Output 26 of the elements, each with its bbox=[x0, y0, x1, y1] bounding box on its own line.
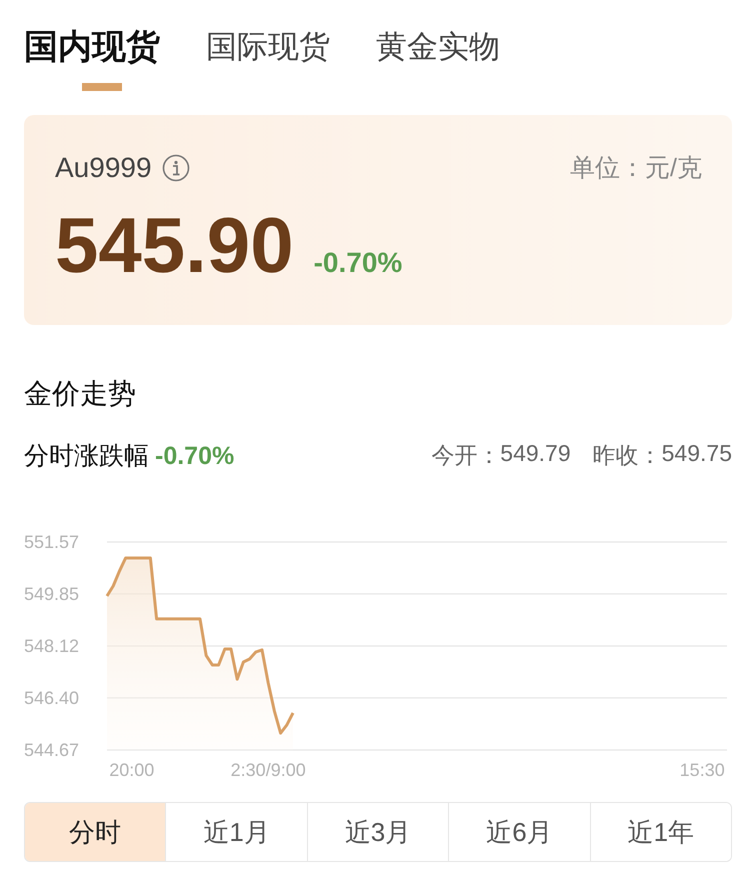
unit-label: 单位：元/克 bbox=[570, 153, 702, 184]
y-axis-label: 551.57 bbox=[24, 532, 80, 552]
section-title: 金价走势 bbox=[24, 377, 137, 411]
prev-close-label: 昨收： bbox=[592, 441, 662, 470]
prev-close-value: 549.75 bbox=[662, 440, 732, 468]
y-axis-label: 549.85 bbox=[24, 584, 80, 604]
y-axis-label: 546.40 bbox=[24, 688, 80, 708]
y-axis-label: 548.12 bbox=[24, 636, 80, 656]
period-tab[interactable]: 分时 bbox=[25, 803, 166, 861]
x-axis-label: 20:00 bbox=[109, 760, 154, 780]
change-label: 分时涨跌幅 bbox=[24, 441, 149, 472]
market-tab[interactable]: 国内现货 bbox=[24, 24, 160, 70]
price-value: 545.90 bbox=[55, 200, 294, 291]
info-icon[interactable] bbox=[162, 154, 190, 182]
change-percent: -0.70% bbox=[155, 442, 234, 471]
period-tab[interactable]: 近1年 bbox=[590, 803, 731, 861]
tab-indicator bbox=[82, 83, 122, 91]
x-axis-label: 2:30/9:00 bbox=[230, 760, 306, 780]
x-axis-label: 15:30 bbox=[680, 760, 725, 780]
market-tab[interactable]: 黄金实物 bbox=[376, 24, 500, 70]
open-value: 549.79 bbox=[500, 440, 571, 468]
open-label: 今开： bbox=[431, 441, 500, 470]
symbol-label: Au9999 bbox=[55, 152, 152, 184]
y-axis-label: 544.67 bbox=[24, 740, 80, 760]
change-percent: -0.70% bbox=[314, 247, 402, 279]
market-tab[interactable]: 国际现货 bbox=[206, 24, 330, 70]
